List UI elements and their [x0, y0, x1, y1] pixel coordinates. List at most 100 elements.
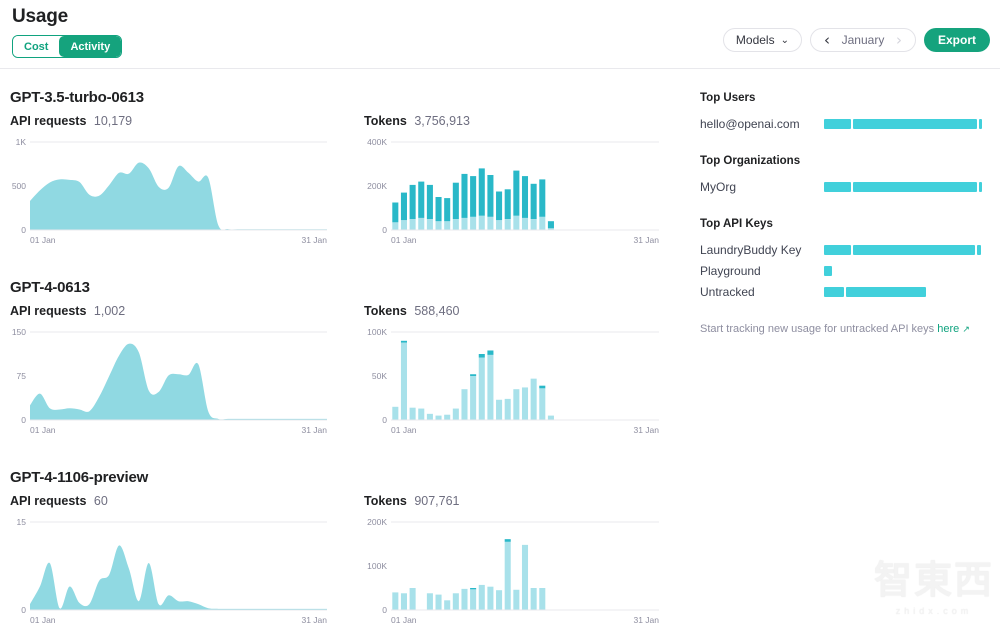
tokens-block: Tokens 907,761 200K 100K 0 01 Jan 31 Jan	[364, 494, 664, 626]
chevron-down-icon: ⌄	[780, 34, 789, 46]
svg-text:200K: 200K	[367, 181, 387, 191]
tokens-bar-chart: 200K 100K 0 01 Jan 31 Jan	[367, 517, 659, 625]
tokens-label: Tokens	[364, 494, 407, 508]
svg-text:31 Jan: 31 Jan	[301, 425, 327, 435]
api-requests-block: API requests 10,179 1K 500 0 01 Jan 31 Jan	[10, 114, 332, 248]
model-title: GPT-4-0613	[10, 279, 90, 296]
api-requests-label: API requests	[10, 304, 87, 318]
external-link-icon: ↗	[962, 324, 970, 334]
month-navigator: ‹ January ›	[809, 28, 916, 52]
tokens-block: Tokens 3,756,913 400K 200K 0 01 Jan 31 Jan	[364, 114, 664, 248]
footnote-text: Start tracking new usage for untracked A…	[700, 323, 935, 335]
svg-text:01 Jan: 01 Jan	[30, 425, 56, 435]
models-dropdown-label: Models	[735, 33, 775, 47]
untracked-footnote: Start tracking new usage for untracked A…	[700, 323, 982, 335]
usage-bar	[824, 266, 982, 276]
api-requests-label: API requests	[10, 114, 87, 128]
usage-bar-segment	[978, 119, 982, 129]
svg-text:400K: 400K	[367, 137, 387, 147]
svg-text:0: 0	[21, 415, 26, 425]
svg-text:100K: 100K	[367, 327, 387, 337]
model-section-gpt-4-1106-preview: GPT-4-1106-preview API requests 60 15 0 01…	[10, 469, 682, 626]
api-requests-area-chart: 15 0 01 Jan 31 Jan	[17, 517, 328, 625]
api-requests-value: 1,002	[93, 304, 126, 318]
here-link[interactable]: here	[937, 323, 959, 335]
svg-text:31 Jan: 31 Jan	[301, 615, 327, 625]
svg-text:31 Jan: 31 Jan	[633, 425, 659, 435]
usage-bar-segment	[824, 287, 844, 297]
usage-bar-segment	[976, 245, 982, 255]
sidebar-group-title: Top Users	[700, 92, 756, 104]
svg-text:0: 0	[382, 415, 387, 425]
svg-text:01 Jan: 01 Jan	[30, 615, 56, 625]
svg-text:100K: 100K	[367, 561, 387, 571]
sidebar-group: Top Users hello@openai.com	[700, 92, 982, 131]
api-requests-block: API requests 1,002 150 75 0 01 Jan 31 Jan	[10, 304, 332, 438]
svg-text:75: 75	[17, 371, 27, 381]
page-title: Usage	[12, 6, 69, 27]
usage-bar-segment	[824, 182, 851, 192]
export-button[interactable]: Export	[923, 28, 990, 52]
tab-activity[interactable]: Activity	[59, 36, 122, 57]
svg-text:01 Jan: 01 Jan	[391, 235, 417, 245]
model-title: GPT-4-1106-preview	[10, 469, 149, 486]
usage-bar	[824, 245, 982, 255]
sidebar-group: Top Organizations MyOrg	[700, 155, 982, 194]
svg-text:31 Jan: 31 Jan	[633, 615, 659, 625]
api-requests-block: API requests 60 15 0 01 Jan 31 Jan	[10, 494, 332, 626]
tokens-block: Tokens 588,460 100K 50K 0 01 Jan 31 Jan	[364, 304, 664, 438]
usage-bar	[824, 182, 982, 192]
svg-text:01 Jan: 01 Jan	[391, 615, 417, 625]
tokens-label: Tokens	[364, 304, 407, 318]
api-requests-area-chart: 1K 500 0 01 Jan 31 Jan	[12, 137, 327, 245]
api-requests-label: API requests	[10, 494, 87, 508]
cost-activity-toggle: Cost Activity	[12, 35, 123, 58]
svg-text:01 Jan: 01 Jan	[391, 425, 417, 435]
tokens-label: Tokens	[364, 114, 407, 128]
sidebar-group: Top API Keys LaundryBuddy Key Playground Un…	[700, 218, 982, 299]
svg-text:15: 15	[17, 517, 27, 527]
sidebar-usage-row: Playground	[700, 264, 982, 278]
usage-bar	[824, 287, 982, 297]
svg-text:150: 150	[12, 327, 26, 337]
header-controls: Models ⌄ ‹ January › Export	[722, 28, 990, 52]
svg-text:0: 0	[21, 605, 26, 615]
api-requests-area-chart: 150 75 0 01 Jan 31 Jan	[12, 327, 327, 435]
sidebar-usage-row: LaundryBuddy Key	[700, 243, 982, 257]
svg-text:0: 0	[382, 225, 387, 235]
usage-bar-segment	[824, 119, 851, 129]
page-header: Usage Cost Activity Models ⌄ ‹ January ›…	[0, 0, 1000, 60]
usage-row-label: MyOrg	[700, 180, 736, 194]
svg-text:500: 500	[12, 181, 26, 191]
svg-text:0: 0	[21, 225, 26, 235]
tokens-value: 588,460	[414, 304, 460, 318]
api-requests-value: 10,179	[93, 114, 133, 128]
svg-text:0: 0	[382, 605, 387, 615]
usage-bar-segment	[852, 245, 975, 255]
usage-bar-segment	[852, 119, 977, 129]
sidebar-group-title: Top Organizations	[700, 155, 801, 167]
svg-text:31 Jan: 31 Jan	[301, 235, 327, 245]
model-title: GPT-3.5-turbo-0613	[10, 89, 144, 106]
usage-row-label: hello@openai.com	[700, 117, 800, 131]
model-section-gpt-4-0613: GPT-4-0613 API requests 1,002 150 75 0 01 J…	[10, 279, 682, 438]
usage-row-label: Untracked	[700, 285, 755, 299]
usage-row-label: LaundryBuddy Key	[700, 243, 802, 257]
usage-bar-segment	[845, 287, 927, 297]
svg-text:200K: 200K	[367, 517, 387, 527]
next-month-button[interactable]: ›	[891, 32, 907, 48]
svg-text:1K: 1K	[16, 137, 27, 147]
svg-text:31 Jan: 31 Jan	[633, 235, 659, 245]
usage-bar	[824, 119, 982, 129]
tab-cost[interactable]: Cost	[13, 36, 60, 57]
svg-text:01 Jan: 01 Jan	[30, 235, 56, 245]
prev-month-button[interactable]: ‹	[819, 32, 835, 48]
charts-column: GPT-3.5-turbo-0613 API requests 10,179 1…	[10, 89, 682, 626]
models-dropdown[interactable]: Models ⌄	[722, 28, 802, 52]
sidebar: Top Users hello@openai.com Top Organizatio…	[682, 89, 982, 626]
sidebar-usage-row: hello@openai.com	[700, 117, 982, 131]
month-label: January	[841, 33, 885, 47]
usage-bar-segment	[978, 182, 982, 192]
sidebar-groups: Top Users hello@openai.com Top Organizatio…	[700, 92, 982, 299]
usage-row-label: Playground	[700, 264, 761, 278]
